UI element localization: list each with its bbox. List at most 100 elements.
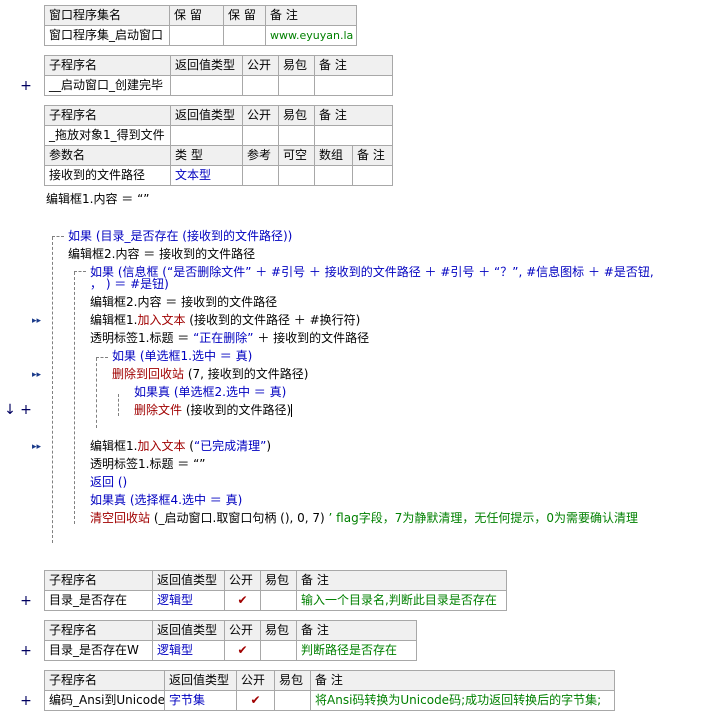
code-token-paren: ( xyxy=(185,439,194,453)
code-line-edit1-append-done[interactable]: 编辑框1.加入文本 (“已完成清理”) xyxy=(90,437,271,455)
sub-note-cell[interactable] xyxy=(314,75,393,96)
sub-name-cell[interactable]: 编码_Ansi到Unicode xyxy=(44,690,165,711)
param-array-cell[interactable] xyxy=(314,165,353,186)
sub-ansi-unicode-table: 子程序名 返回值类型 公开 易包 备 注 编码_Ansi到Unicode 字节集… xyxy=(44,670,615,711)
sub-return-cell[interactable] xyxy=(170,125,243,146)
sub-epkg-cell[interactable] xyxy=(260,640,297,661)
param-header-type: 类 型 xyxy=(170,145,243,166)
expand-plus-icon[interactable]: + xyxy=(20,77,32,95)
breakpoint-arrow-icon[interactable]: ▸▸ xyxy=(32,366,41,384)
public-check-icon[interactable]: ✔ xyxy=(224,640,261,661)
sub-note-cell[interactable] xyxy=(313,125,394,146)
code-line-return[interactable]: 返回 () xyxy=(90,473,127,491)
code-token-args: (接收到的文件路径 ＋ #换行符) xyxy=(185,313,361,327)
code-token-object: 编辑框1. xyxy=(90,439,138,453)
public-check-icon[interactable]: ✔ xyxy=(224,590,261,611)
breakpoint-arrow-icon[interactable]: ▸▸ xyxy=(32,312,41,330)
code-line-if-radio1[interactable]: 如果 (单选框1.选中 ＝ 真) xyxy=(112,347,252,365)
param-type-cell[interactable]: 文本型 xyxy=(170,165,243,186)
code-line-if-msgbox[interactable]: 如果 (信息框 (“是否删除文件” ＋ #引号 ＋ 接收到的文件路径 ＋ #引号… xyxy=(90,263,654,281)
sub-epkg-cell[interactable] xyxy=(278,75,315,96)
code-line-edit2-content[interactable]: 编辑框2.内容 ＝ 接收到的文件路径 xyxy=(68,245,255,263)
assembly-reserve2-cell[interactable] xyxy=(223,25,266,46)
sub-return-cell[interactable] xyxy=(170,75,243,96)
sub-header-epkg: 易包 xyxy=(260,620,297,641)
sub-dir-exists-table: 子程序名 返回值类型 公开 易包 备 注 目录_是否存在 逻辑型 ✔ 输入一个目… xyxy=(44,570,507,611)
code-line-if-msgbox-cont[interactable]: ， ) ＝ #是钮) xyxy=(90,275,169,293)
sub-header-epkg: 易包 xyxy=(274,670,311,691)
sub-header-return: 返回值类型 xyxy=(152,620,225,641)
code-token-function: 清空回收站 xyxy=(90,511,151,525)
sub-header-public: 公开 xyxy=(242,55,279,76)
assembly-reserve1-cell[interactable] xyxy=(169,25,224,46)
code-line-label-title[interactable]: 透明标签1.标题 ＝ “正在删除” ＋ 接收到的文件路径 xyxy=(90,329,369,347)
param-ref-cell[interactable] xyxy=(242,165,279,186)
sub-note-cell[interactable]: 输入一个目录名,判断此目录是否存在 xyxy=(296,590,507,611)
sub-name-cell[interactable]: __启动窗口_创建完毕 xyxy=(44,75,171,96)
sub-return-cell[interactable]: 字节集 xyxy=(164,690,237,711)
assembly-name-cell[interactable]: 窗口程序集_启动窗口 xyxy=(44,25,170,46)
sub-header-name: 子程序名 xyxy=(44,670,165,691)
code-line-edit2-content-2[interactable]: 编辑框2.内容 ＝ 接收到的文件路径 xyxy=(90,293,277,311)
flow-line-outer-top xyxy=(52,236,64,237)
flow-line-if2 xyxy=(74,272,75,524)
sub-name-cell[interactable]: _拖放对象1_得到文件 xyxy=(44,125,171,146)
breakpoint-arrow-icon[interactable]: ▸▸ xyxy=(32,438,41,456)
sub-name-cell[interactable]: 目录_是否存在 xyxy=(44,590,153,611)
code-line-delete-file[interactable]: 删除文件 (接收到的文件路径) xyxy=(134,401,293,419)
sub-return-cell[interactable]: 逻辑型 xyxy=(152,640,225,661)
sub-public-cell[interactable] xyxy=(242,125,279,146)
code-line-label-clear[interactable]: 透明标签1.标题 ＝ “” xyxy=(90,455,206,473)
sub-note-cell[interactable]: 将Ansi码转换为Unicode码;成功返回转换后的字节集; xyxy=(310,690,615,711)
code-token-concat: ＋ 接收到的文件路径 xyxy=(253,331,370,345)
assembly-header-name: 窗口程序集名 xyxy=(44,5,170,26)
sub-header-note: 备 注 xyxy=(314,55,393,76)
param-header-note: 备 注 xyxy=(351,145,394,166)
code-token-function: 删除到回收站 xyxy=(112,367,185,381)
param-header-ref: 参考 xyxy=(242,145,279,166)
down-arrow-icon[interactable]: ↓ xyxy=(4,401,16,419)
code-token-comment: ’ flag字段，7为静默清理，无任何提示，0为需要确认清理 xyxy=(328,511,638,525)
sub-epkg-cell[interactable] xyxy=(274,690,311,711)
sub-header-public: 公开 xyxy=(242,105,279,126)
flow-line-if3-top xyxy=(96,357,108,358)
code-token-assign: 透明标签1.标题 ＝ xyxy=(90,331,194,345)
code-line-empty-recycle[interactable]: 清空回收站 (_启动窗口.取窗口句柄 (), 0, 7) ’ flag字段，7为… xyxy=(90,509,638,527)
code-line-1[interactable]: 编辑框1.内容 ＝ “” xyxy=(46,190,150,208)
code-token-method: 加入文本 xyxy=(137,313,186,327)
sub-drop-table: 子程序名 返回值类型 公开 易包 备 注 _拖放对象1_得到文件 参数名 类 型… xyxy=(44,105,394,186)
sub-return-cell[interactable]: 逻辑型 xyxy=(152,590,225,611)
assembly-note-cell[interactable]: www.eyuyan.la xyxy=(265,25,357,46)
param-note-cell[interactable] xyxy=(351,165,394,186)
sub-epkg-cell[interactable] xyxy=(278,125,315,146)
code-line-edit1-append[interactable]: 编辑框1.加入文本 (接收到的文件路径 ＋ #换行符) xyxy=(90,311,360,329)
code-line-if-radio2[interactable]: 如果真 (单选框2.选中 ＝ 真) xyxy=(134,383,286,401)
sub-header-name: 子程序名 xyxy=(44,620,153,641)
text-caret xyxy=(291,404,293,417)
sub-name-cell[interactable]: 目录_是否存在W xyxy=(44,640,153,661)
param-nullable-cell[interactable] xyxy=(278,165,315,186)
code-line-if-check4[interactable]: 如果真 (选择框4.选中 ＝ 真) xyxy=(90,491,242,509)
code-token-string: “正在删除” xyxy=(193,331,254,345)
sub-note-cell[interactable]: 判断路径是否存在 xyxy=(296,640,417,661)
expand-plus-icon[interactable]: + xyxy=(20,642,32,660)
code-line-if-dir-exists[interactable]: 如果 (目录_是否存在 (接收到的文件路径)) xyxy=(68,227,292,245)
code-token-args: (接收到的文件路径) xyxy=(182,403,292,417)
code-token-method: 加入文本 xyxy=(137,439,186,453)
sub-epkg-cell[interactable] xyxy=(260,590,297,611)
expand-plus-icon[interactable]: + xyxy=(20,401,32,419)
sub-header-epkg: 易包 xyxy=(260,570,297,591)
code-token-paren: ) xyxy=(266,439,272,453)
expand-plus-icon[interactable]: + xyxy=(20,692,32,710)
sub-public-cell[interactable] xyxy=(242,75,279,96)
code-line-delete-to-recycle[interactable]: 删除到回收站 (7, 接收到的文件路径) xyxy=(112,365,308,383)
code-token-function: 删除文件 xyxy=(134,403,183,417)
expand-plus-icon[interactable]: + xyxy=(20,592,32,610)
sub-header-return: 返回值类型 xyxy=(164,670,237,691)
sub-header-note: 备 注 xyxy=(296,620,417,641)
sub-header-public: 公开 xyxy=(224,620,261,641)
sub-header-name: 子程序名 xyxy=(44,55,171,76)
param-header-name: 参数名 xyxy=(44,145,171,166)
param-name-cell[interactable]: 接收到的文件路径 xyxy=(44,165,171,186)
public-check-icon[interactable]: ✔ xyxy=(236,690,275,711)
